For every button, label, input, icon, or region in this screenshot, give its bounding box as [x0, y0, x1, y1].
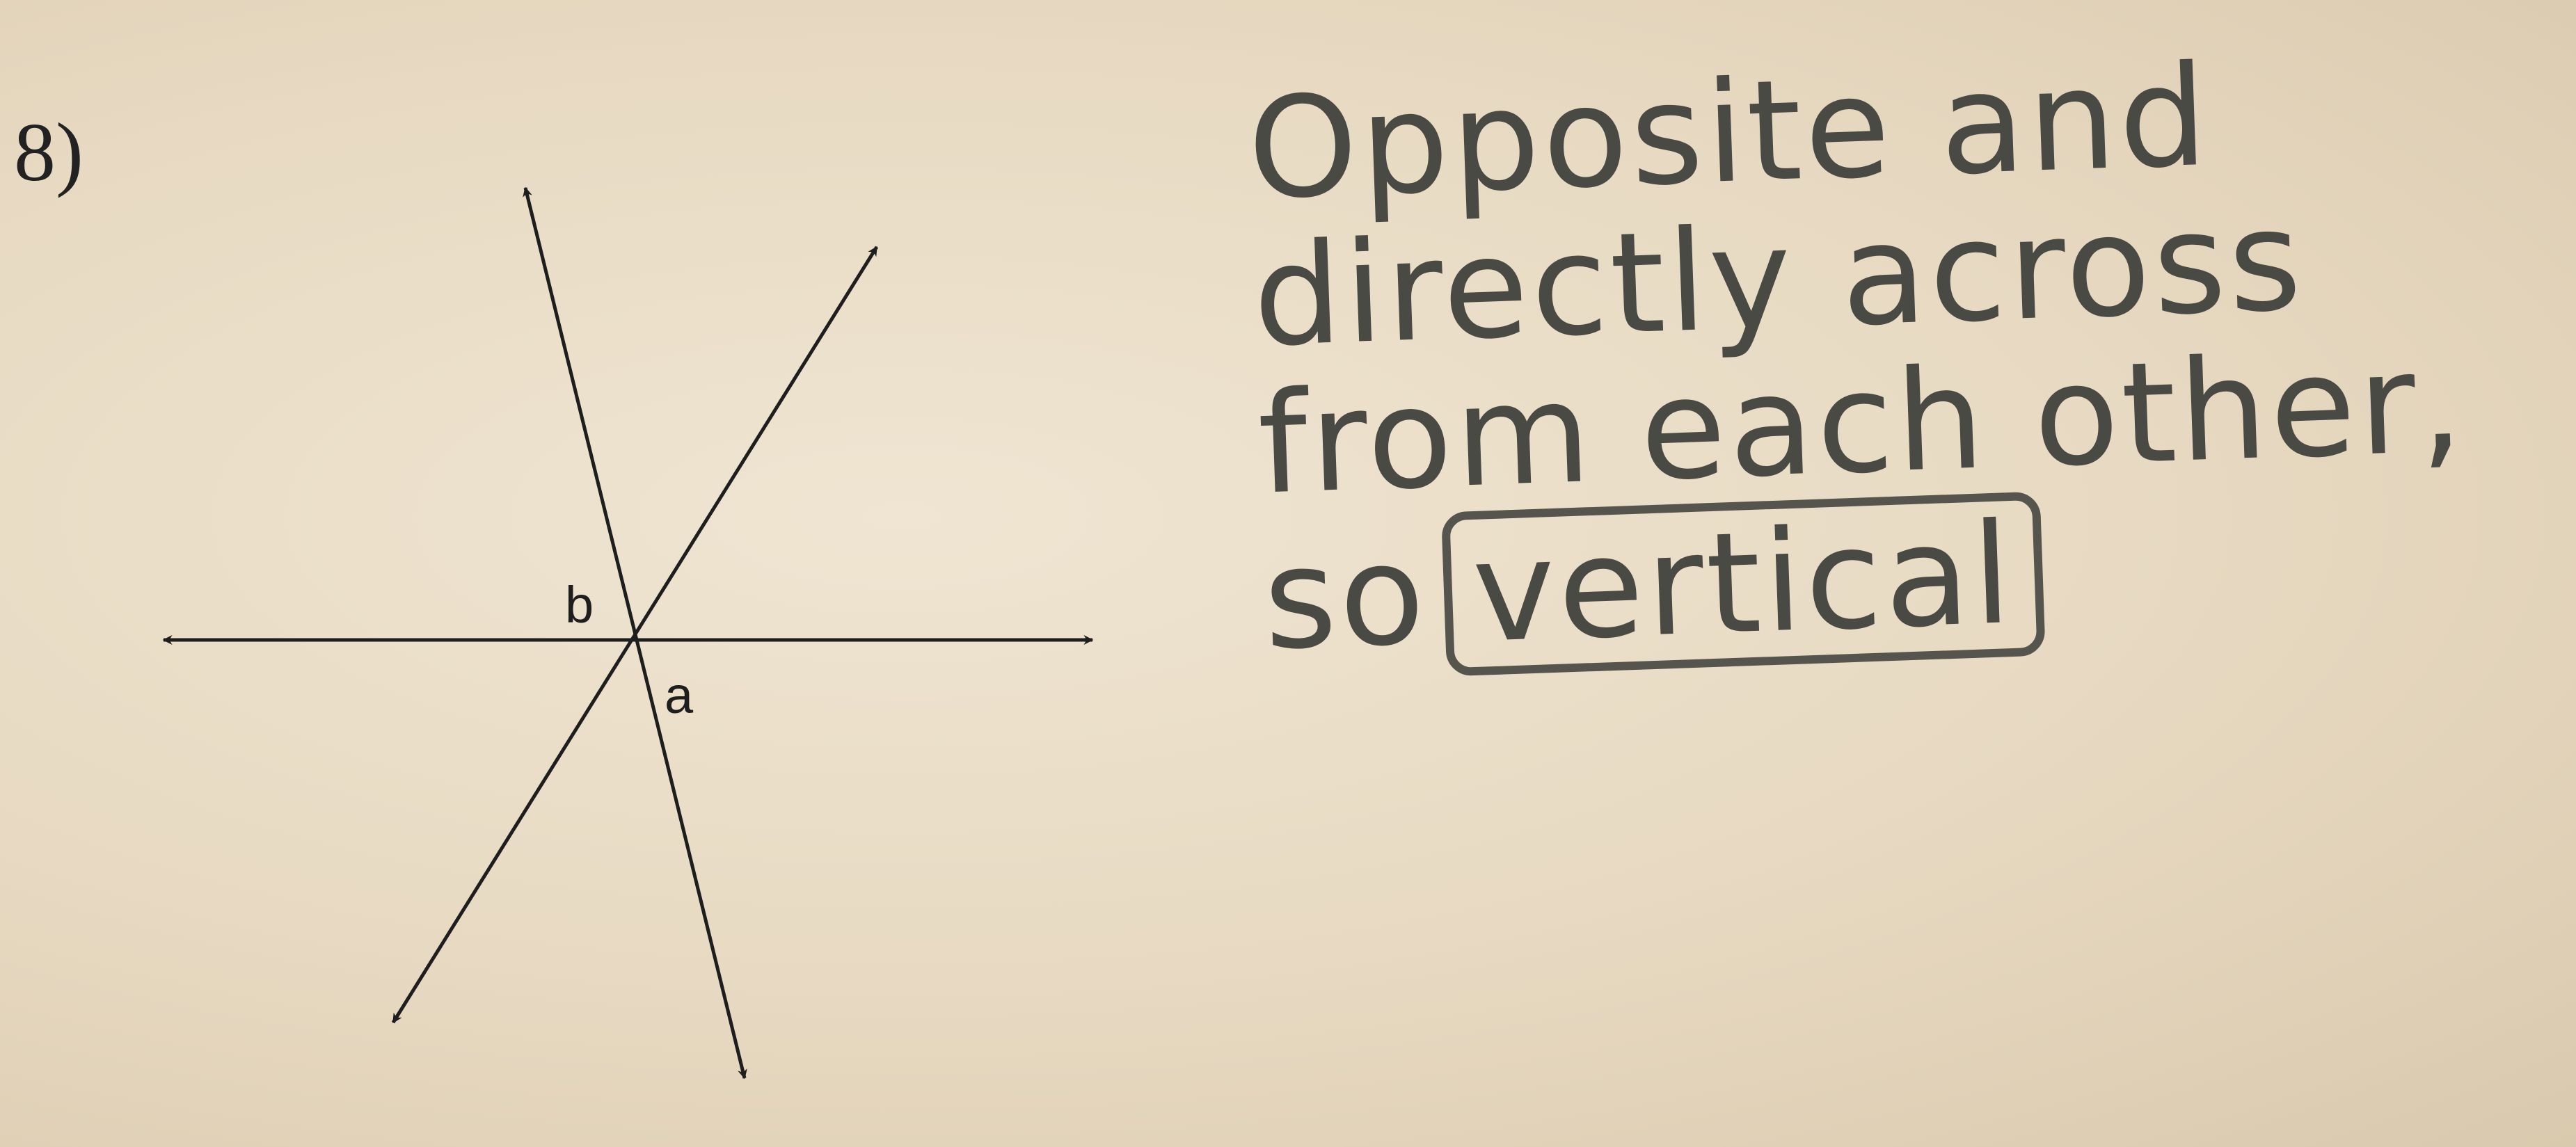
boxed-answer: vertical	[1440, 491, 2046, 677]
intersecting-lines-diagram: b a	[162, 186, 1094, 1080]
answer-prefix: so	[1261, 513, 1430, 682]
diagonal-line	[391, 246, 879, 1024]
angle-label-a: a	[665, 666, 694, 724]
handwritten-answer: Opposite and directly across from each o…	[1246, 31, 2576, 683]
angle-label-b: b	[565, 576, 594, 634]
worksheet-photo: 8) b a Opposite and directly across from…	[0, 0, 2576, 1147]
